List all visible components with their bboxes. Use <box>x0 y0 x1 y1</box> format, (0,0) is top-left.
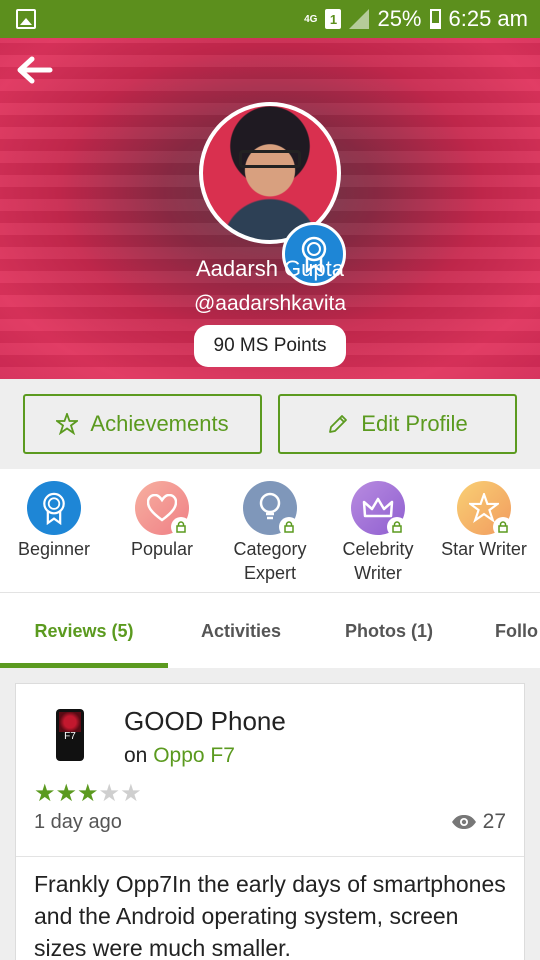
back-arrow-icon[interactable] <box>14 54 54 86</box>
lock-icon <box>171 517 191 537</box>
lock-icon <box>279 517 299 537</box>
star-filled-icon: ★ <box>55 780 78 807</box>
badge-label: Category Expert <box>233 539 307 583</box>
product-thumbnail[interactable]: F7 <box>56 709 84 761</box>
achievement-star-icon <box>56 413 79 435</box>
tab-activities[interactable]: Activities <box>168 593 314 668</box>
review-card[interactable]: F7 GOOD Phone on Oppo F7 ★★★★★ 1 day ago… <box>15 683 525 960</box>
badges-row: Beginner Popular Category Expert Celebri… <box>0 469 540 592</box>
network-type: 4G <box>304 13 318 25</box>
tab-followers[interactable]: Follo <box>464 593 540 668</box>
product-link[interactable]: Oppo F7 <box>153 744 235 767</box>
active-tab-indicator <box>0 663 168 668</box>
star-icon <box>457 481 513 537</box>
image-notification-icon <box>16 9 36 29</box>
tab-reviews[interactable]: Reviews (5) <box>0 593 168 668</box>
profile-header: Aadarsh Gupta @aadarshkavita 90 MS Point… <box>0 38 540 379</box>
profile-actions: Achievements Edit Profile <box>0 379 540 469</box>
view-count-value: 27 <box>482 810 506 833</box>
review-title[interactable]: GOOD Phone <box>124 706 286 737</box>
badge-label: Popular <box>130 539 194 559</box>
on-label: on <box>124 744 148 767</box>
badge-star-writer[interactable]: Star Writer <box>430 481 538 561</box>
review-body[interactable]: Frankly Opp7In the early days of smartph… <box>34 868 514 960</box>
pencil-icon <box>329 415 348 433</box>
star-empty-icon: ★ <box>98 780 121 807</box>
battery-percent: 25% <box>377 6 422 31</box>
achievements-label: Achievements <box>90 411 229 436</box>
edit-profile-button[interactable]: Edit Profile <box>278 394 517 454</box>
battery-icon <box>429 9 441 29</box>
status-bar: 4G 1 25% 6:25 am <box>0 0 540 38</box>
review-product-line: on Oppo F7 <box>124 744 235 768</box>
badge-celebrity-writer[interactable]: Celebrity Writer <box>324 481 432 585</box>
badge-beginner[interactable]: Beginner <box>0 481 108 561</box>
rating-stars: ★★★★★ <box>34 779 142 808</box>
crown-icon <box>351 481 407 537</box>
tab-photos[interactable]: Photos (1) <box>314 593 464 668</box>
eye-icon <box>451 815 476 829</box>
star-filled-icon: ★ <box>34 780 56 807</box>
card-divider <box>16 856 524 857</box>
profile-handle: @aadarshkavita <box>193 292 347 315</box>
lock-icon <box>493 517 513 537</box>
clock: 6:25 am <box>448 6 529 31</box>
lock-icon <box>387 517 407 537</box>
badge-label: Celebrity Writer <box>342 539 414 583</box>
star-empty-icon: ★ <box>120 780 142 807</box>
avatar-photo <box>239 150 301 168</box>
profile-name: Aadarsh Gupta <box>196 256 344 281</box>
review-time: 1 day ago <box>34 811 122 833</box>
badge-label: Beginner <box>17 539 91 559</box>
badge-category-expert[interactable]: Category Expert <box>216 481 324 585</box>
badge-popular[interactable]: Popular <box>108 481 216 561</box>
edit-profile-label: Edit Profile <box>361 411 468 436</box>
view-count: 27 <box>451 810 506 834</box>
sim-icon: 1 <box>325 9 342 29</box>
ribbon-icon <box>27 481 81 535</box>
signal-icon <box>349 9 370 29</box>
thumbnail-label: F7 <box>64 731 76 742</box>
badge-label: Star Writer <box>441 539 527 559</box>
lightbulb-icon <box>243 481 299 537</box>
profile-tabs: Reviews (5) Activities Photos (1) Follo <box>0 592 540 668</box>
points-badge: 90 MS Points <box>194 325 346 367</box>
heart-icon <box>135 481 191 537</box>
star-filled-icon: ★ <box>77 780 99 807</box>
achievements-button[interactable]: Achievements <box>23 394 262 454</box>
